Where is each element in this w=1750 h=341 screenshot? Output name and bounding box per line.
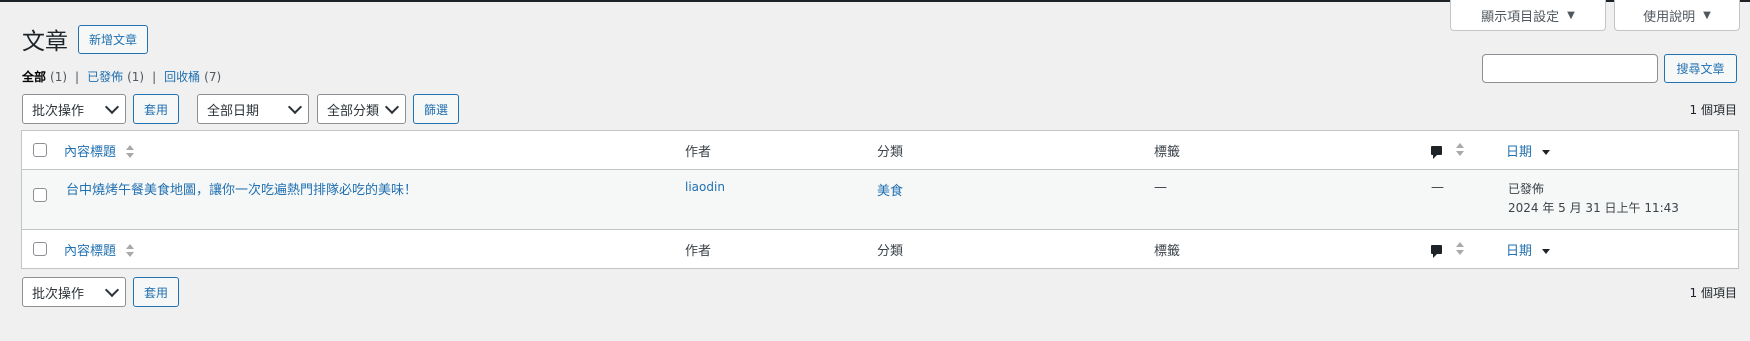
- sort-desc-icon: [1542, 145, 1551, 159]
- screen-options-label: 顯示項目設定: [1481, 9, 1560, 25]
- column-comments-sort[interactable]: [1431, 143, 1465, 159]
- sort-icon: [126, 244, 135, 258]
- filter-button[interactable]: 篩選: [413, 94, 460, 124]
- column-comments-sort[interactable]: [1431, 242, 1465, 258]
- screen-options-button[interactable]: 顯示項目設定 ▼: [1450, 0, 1606, 31]
- table-footer: 內容標題 作者 分類 標籤 日期: [22, 229, 1738, 268]
- column-title-label: 內容標題: [64, 243, 117, 259]
- screen-meta-links: 顯示項目設定 ▼ 使用說明 ▼: [1450, 0, 1740, 31]
- comment-bubble-icon: [1431, 244, 1442, 258]
- help-label: 使用說明: [1643, 9, 1696, 25]
- search-posts-button[interactable]: 搜尋文章: [1664, 54, 1737, 83]
- category-filter-select[interactable]: 全部分類: [317, 94, 407, 124]
- row-checkbox[interactable]: [33, 188, 47, 202]
- bulk-action-value: 批次操作: [32, 286, 85, 302]
- post-title-link[interactable]: 台中燒烤午餐美食地圖，讓你一次吃遍熱門排隊必吃的美味！: [66, 179, 417, 198]
- page-header: 文章 新增文章: [22, 22, 149, 56]
- column-title-sort[interactable]: 內容標題: [64, 240, 135, 259]
- posts-table: 內容標題 作者 分類 標籤 日期 台中燒烤午餐美食地圖，讓你一次吃遍熱門排隊必吃…: [21, 130, 1739, 269]
- chevron-down-icon: [384, 99, 400, 114]
- column-date-sort[interactable]: 日期: [1506, 141, 1551, 160]
- chevron-down-icon: [287, 99, 303, 114]
- view-trash-count: (7): [204, 69, 222, 84]
- column-tags: 標籤: [1154, 243, 1181, 259]
- column-author: 作者: [685, 243, 712, 259]
- post-category-link[interactable]: 美食: [877, 180, 903, 199]
- column-tags: 標籤: [1154, 144, 1181, 160]
- search-box: 搜尋文章: [1482, 54, 1737, 83]
- chevron-down-icon: [104, 282, 120, 297]
- column-title-label: 內容標題: [64, 144, 117, 160]
- view-trash-link[interactable]: 回收桶: [164, 68, 200, 85]
- caret-down-icon: ▼: [1703, 9, 1711, 21]
- column-date-label: 日期: [1506, 243, 1533, 259]
- column-categories: 分類: [877, 144, 904, 160]
- column-categories: 分類: [877, 243, 904, 259]
- table-row: 台中燒烤午餐美食地圖，讓你一次吃遍熱門排隊必吃的美味！ liaodin 美食 —…: [22, 170, 1738, 229]
- column-author: 作者: [685, 144, 712, 160]
- tablenav-bottom: 批次操作 套用: [22, 277, 180, 307]
- post-status-views: 全部 (1) | 已發佈 (1) | 回收桶 (7): [22, 68, 221, 85]
- tablenav-top: 批次操作 套用 全部日期 全部分類 篩選: [22, 94, 460, 124]
- sort-icon: [1456, 143, 1465, 157]
- table-header: 內容標題 作者 分類 標籤 日期: [22, 131, 1738, 170]
- column-date-sort[interactable]: 日期: [1506, 240, 1551, 259]
- post-date: 2024 年 5 月 31 日上午 11:43: [1508, 201, 1679, 215]
- bulk-action-select[interactable]: 批次操作: [22, 94, 126, 124]
- view-published-count: (1): [127, 69, 145, 84]
- category-filter-value: 全部分類: [327, 103, 380, 119]
- bulk-action-value: 批次操作: [32, 103, 85, 119]
- select-all-checkbox-footer[interactable]: [33, 242, 47, 256]
- view-all-count: (1): [50, 69, 68, 84]
- sort-desc-icon: [1542, 244, 1551, 258]
- bulk-action-select-bottom[interactable]: 批次操作: [22, 277, 126, 307]
- column-title-sort[interactable]: 內容標題: [64, 141, 135, 160]
- view-separator: |: [75, 69, 80, 84]
- search-input[interactable]: [1482, 54, 1658, 83]
- view-published-link[interactable]: 已發佈: [87, 68, 123, 85]
- post-comments: —: [1431, 180, 1444, 195]
- apply-button[interactable]: 套用: [133, 94, 180, 124]
- help-button[interactable]: 使用說明 ▼: [1614, 0, 1740, 31]
- select-all-checkbox[interactable]: [33, 143, 47, 157]
- date-filter-value: 全部日期: [207, 103, 260, 119]
- sort-icon: [126, 145, 135, 159]
- view-all-link[interactable]: 全部: [22, 68, 46, 85]
- page-title: 文章: [22, 29, 68, 55]
- items-count-bottom: 1 個項目: [1689, 286, 1737, 300]
- caret-down-icon: ▼: [1567, 9, 1575, 21]
- sort-icon: [1456, 242, 1465, 256]
- view-separator: |: [152, 69, 157, 84]
- post-author-link[interactable]: liaodin: [685, 180, 725, 194]
- post-tags: —: [1154, 180, 1167, 195]
- apply-button-bottom[interactable]: 套用: [133, 277, 180, 307]
- post-status: 已發佈: [1508, 182, 1545, 196]
- column-date-label: 日期: [1506, 144, 1533, 160]
- comment-bubble-icon: [1431, 145, 1442, 159]
- add-new-post-button[interactable]: 新增文章: [78, 24, 149, 54]
- chevron-down-icon: [104, 99, 120, 114]
- date-filter-select[interactable]: 全部日期: [197, 94, 310, 124]
- items-count: 1 個項目: [1689, 103, 1737, 117]
